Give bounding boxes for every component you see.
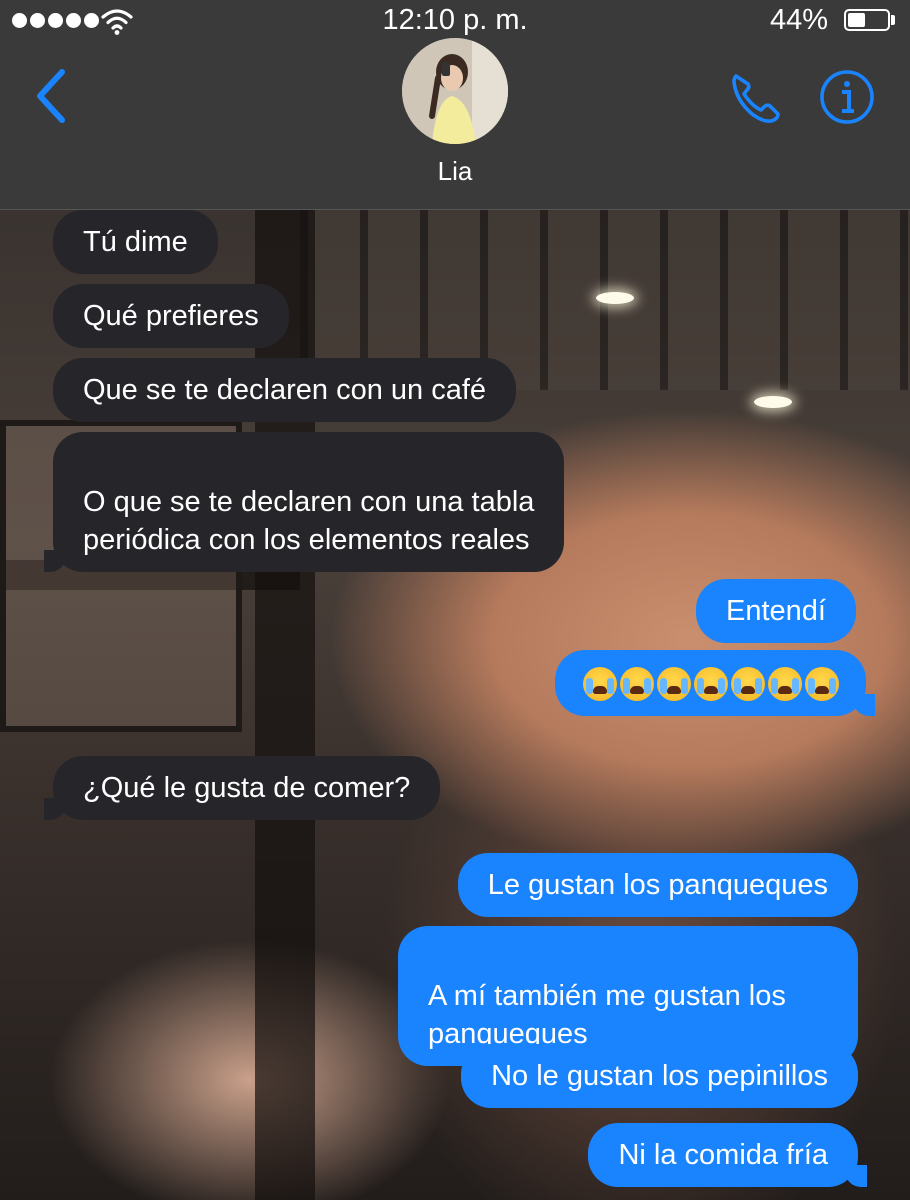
crying-face-icon <box>693 667 728 702</box>
contact-name[interactable]: Lia <box>0 156 910 187</box>
background-light <box>596 292 634 304</box>
crying-face-icon <box>730 667 765 702</box>
message-bubble-outgoing[interactable]: No le gustan los pepinillos <box>461 1044 858 1108</box>
crying-face-icon <box>656 667 691 702</box>
message-text: Qué prefieres <box>83 300 259 332</box>
crying-face-icon <box>767 667 802 702</box>
message-text: Tú dime <box>83 226 188 258</box>
phone-icon <box>732 74 780 123</box>
message-bubble-incoming[interactable]: Que se te declaren con un café <box>53 358 517 422</box>
message-text: O que se te declaren con una tabla perió… <box>83 486 535 556</box>
info-button[interactable] <box>818 68 876 126</box>
message-bubble-incoming[interactable]: Qué prefieres <box>53 284 289 348</box>
avatar-photo <box>402 38 508 144</box>
message-text: ¿Qué le gusta de comer? <box>83 772 411 804</box>
message-bubble-outgoing[interactable]: Ni la comida fría <box>588 1123 867 1187</box>
message-text: No le gustan los pepinillos <box>491 1060 828 1092</box>
crying-emoji-row <box>581 664 840 702</box>
battery-fill <box>848 13 865 27</box>
back-button[interactable] <box>30 66 72 126</box>
message-bubble-incoming[interactable]: Tú dime <box>53 210 218 274</box>
message-text: A mí también me gustan los panqueques <box>428 980 786 1050</box>
crying-face-icon <box>804 667 839 702</box>
call-button[interactable] <box>726 68 784 126</box>
crying-face-icon <box>582 667 617 702</box>
message-bubble-outgoing[interactable]: Le gustan los panqueques <box>457 853 858 917</box>
message-bubble-outgoing[interactable]: Entendí <box>696 579 856 643</box>
navigation-header: 12:10 p. m. 44% Lia <box>0 0 910 210</box>
battery-percent: 44% <box>769 4 828 36</box>
info-icon <box>820 70 874 124</box>
battery-tip <box>891 15 895 25</box>
background-light <box>754 396 792 408</box>
message-text: Que se te declaren con un café <box>83 374 487 406</box>
contact-avatar[interactable] <box>402 38 508 144</box>
message-text: Ni la comida fría <box>618 1139 828 1171</box>
chevron-left-icon <box>37 69 65 123</box>
message-bubble-outgoing[interactable]: 😭😭😭😭😭😭😭 <box>555 650 875 716</box>
crying-face-icon <box>619 667 654 702</box>
battery-icon <box>844 9 890 31</box>
message-bubble-incoming[interactable]: O que se te declaren con una tabla perió… <box>43 432 565 572</box>
message-text: Entendí <box>726 595 826 627</box>
message-bubble-incoming[interactable]: ¿Qué le gusta de comer? <box>43 756 441 820</box>
message-text: Le gustan los panqueques <box>487 869 828 901</box>
